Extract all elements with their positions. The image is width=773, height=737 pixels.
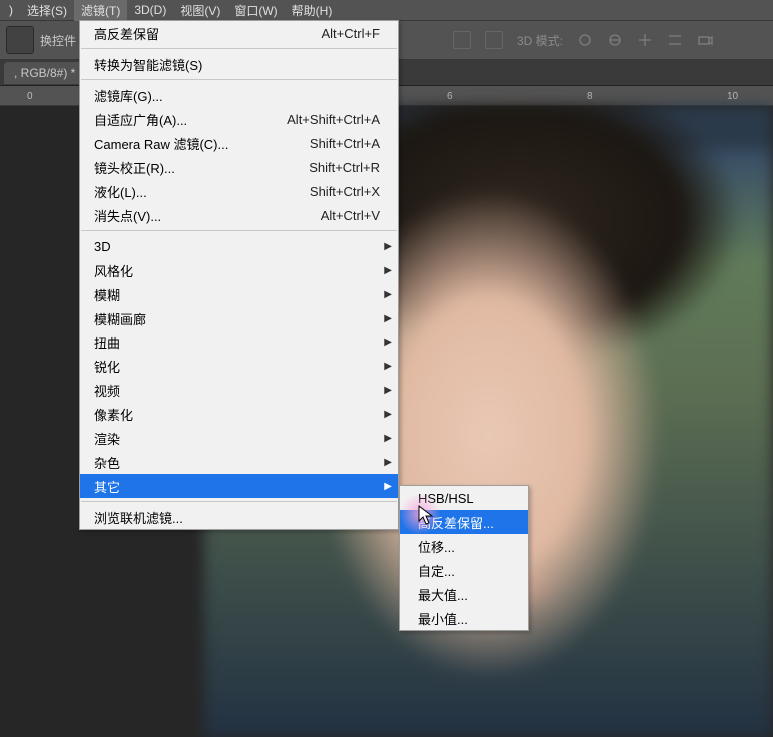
menu-item-label: 镜头校正(R)... — [94, 158, 309, 177]
menu-item-browse-online[interactable]: 浏览联机滤镜... — [80, 505, 398, 529]
ruler-tick-label: 6 — [447, 91, 453, 102]
menu-item-label: 3D — [94, 239, 380, 254]
menu-filter[interactable]: 滤镜(T) — [74, 0, 127, 21]
menu-item-label: 渲染 — [94, 429, 380, 448]
menu-item-label: 最小值... — [418, 609, 468, 628]
menu-item-lens-correction[interactable]: 镜头校正(R)... Shift+Ctrl+R — [80, 155, 398, 179]
menu-item-blur-gallery[interactable]: 模糊画廊 ▶ — [80, 306, 398, 330]
submenu-arrow-icon: ▶ — [384, 265, 392, 276]
align-icon[interactable] — [453, 31, 471, 49]
menu-item-blur[interactable]: 模糊 ▶ — [80, 282, 398, 306]
menu-select[interactable]: 选择(S) — [20, 0, 74, 21]
ruler-tick-label: 8 — [587, 91, 593, 102]
submenu-arrow-icon: ▶ — [384, 385, 392, 396]
menu-item-label: 风格化 — [94, 261, 380, 280]
menu-item-shortcut: Shift+Ctrl+A — [310, 136, 380, 151]
menu-item-sharpen[interactable]: 锐化 ▶ — [80, 354, 398, 378]
submenu-item-custom[interactable]: 自定... — [400, 558, 528, 582]
menu-item-label: 液化(L)... — [94, 182, 310, 201]
menu-item-camera-raw[interactable]: Camera Raw 滤镜(C)... Shift+Ctrl+A — [80, 131, 398, 155]
menu-item-last-filter[interactable]: 高反差保留 Alt+Ctrl+F — [80, 21, 398, 45]
menu-item-label: 杂色 — [94, 453, 380, 472]
menu-help[interactable]: 帮助(H) — [285, 0, 340, 21]
menu-item-label: 模糊 — [94, 285, 380, 304]
menu-item-label: 自适应广角(A)... — [94, 110, 287, 129]
menu-item-label: 模糊画廊 — [94, 309, 380, 328]
submenu-item-maximum[interactable]: 最大值... — [400, 582, 528, 606]
menu-item-shortcut: Alt+Ctrl+F — [321, 26, 380, 41]
menu-item-adaptive-wide-angle[interactable]: 自适应广角(A)... Alt+Shift+Ctrl+A — [80, 107, 398, 131]
submenu-arrow-icon: ▶ — [384, 313, 392, 324]
menu-item-label: 其它 — [94, 477, 380, 496]
menu-separator — [81, 79, 397, 80]
menu-item-label: 锐化 — [94, 357, 380, 376]
menu-item-label: 高反差保留 — [94, 24, 321, 43]
menu-item-distort[interactable]: 扭曲 ▶ — [80, 330, 398, 354]
submenu-arrow-icon: ▶ — [384, 241, 392, 252]
menu-item-label: 高反差保留... — [418, 513, 494, 532]
submenu-arrow-icon: ▶ — [384, 457, 392, 468]
menu-item-pixelate[interactable]: 像素化 ▶ — [80, 402, 398, 426]
menu-item-label: 滤镜库(G)... — [94, 86, 380, 105]
menu-item-label: 自定... — [418, 561, 455, 580]
menu-separator — [81, 48, 397, 49]
menu-item-label: 浏览联机滤镜... — [94, 508, 380, 527]
menu-item-shortcut: Alt+Shift+Ctrl+A — [287, 112, 380, 127]
menu-item-video[interactable]: 视频 ▶ — [80, 378, 398, 402]
menu-item-label: 消失点(V)... — [94, 206, 321, 225]
menu-separator — [81, 501, 397, 502]
camera-icon[interactable] — [697, 32, 713, 48]
menu-item-filter-gallery[interactable]: 滤镜库(G)... — [80, 83, 398, 107]
menu-item-label: 扭曲 — [94, 333, 380, 352]
document-tab[interactable]: , RGB/8#) * — [4, 62, 85, 84]
menu-item-label: 位移... — [418, 537, 455, 556]
submenu-item-hsb-hsl[interactable]: HSB/HSL — [400, 486, 528, 510]
pan-icon[interactable] — [637, 32, 653, 48]
menubar: ) 选择(S) 滤镜(T) 3D(D) 视图(V) 窗口(W) 帮助(H) — [0, 0, 773, 20]
orbit-icon[interactable] — [577, 32, 593, 48]
ruler-tick-label: 10 — [727, 91, 738, 102]
distribute-icon[interactable] — [485, 31, 503, 49]
submenu-arrow-icon: ▶ — [384, 481, 392, 492]
menu-item-convert-smart-filter[interactable]: 转换为智能滤镜(S) — [80, 52, 398, 76]
submenu-item-high-pass[interactable]: 高反差保留... — [400, 510, 528, 534]
menu-item-label: 最大值... — [418, 585, 468, 604]
filter-other-submenu: HSB/HSL 高反差保留... 位移... 自定... 最大值... 最小值.… — [399, 485, 529, 631]
submenu-item-offset[interactable]: 位移... — [400, 534, 528, 558]
menu-view[interactable]: 视图(V) — [173, 0, 227, 21]
menu-item-shortcut: Shift+Ctrl+X — [310, 184, 380, 199]
submenu-arrow-icon: ▶ — [384, 337, 392, 348]
submenu-item-minimum[interactable]: 最小值... — [400, 606, 528, 630]
mode-3d-label: 3D 模式: — [517, 32, 563, 49]
menu-item-label: HSB/HSL — [418, 491, 474, 506]
menu-item-shortcut: Shift+Ctrl+R — [309, 160, 380, 175]
menu-item-label: 视频 — [94, 381, 380, 400]
tool-preset-swatch[interactable] — [6, 26, 34, 54]
menu-window[interactable]: 窗口(W) — [227, 0, 284, 21]
menu-item-render[interactable]: 渲染 ▶ — [80, 426, 398, 450]
ruler-tick-label: 0 — [27, 91, 33, 102]
slide-icon[interactable] — [667, 32, 683, 48]
menu-item-3d[interactable]: 3D ▶ — [80, 234, 398, 258]
menu-item-label: 转换为智能滤镜(S) — [94, 55, 380, 74]
menu-3d[interactable]: 3D(D) — [127, 1, 173, 19]
submenu-arrow-icon: ▶ — [384, 289, 392, 300]
menu-item-other[interactable]: 其它 ▶ — [80, 474, 398, 498]
menu-item-stylize[interactable]: 风格化 ▶ — [80, 258, 398, 282]
submenu-arrow-icon: ▶ — [384, 409, 392, 420]
filter-menu-dropdown: 高反差保留 Alt+Ctrl+F 转换为智能滤镜(S) 滤镜库(G)... 自适… — [79, 20, 399, 530]
menu-layer-fragment[interactable]: ) — [2, 1, 20, 19]
menu-separator — [81, 230, 397, 231]
menu-item-liquify[interactable]: 液化(L)... Shift+Ctrl+X — [80, 179, 398, 203]
submenu-arrow-icon: ▶ — [384, 433, 392, 444]
options-label: 换控件 — [40, 32, 76, 49]
menu-item-noise[interactable]: 杂色 ▶ — [80, 450, 398, 474]
submenu-arrow-icon: ▶ — [384, 361, 392, 372]
menu-item-label: 像素化 — [94, 405, 380, 424]
menu-item-shortcut: Alt+Ctrl+V — [321, 208, 380, 223]
roll-icon[interactable] — [607, 32, 623, 48]
menu-item-label: Camera Raw 滤镜(C)... — [94, 134, 310, 153]
menu-item-vanishing-point[interactable]: 消失点(V)... Alt+Ctrl+V — [80, 203, 398, 227]
